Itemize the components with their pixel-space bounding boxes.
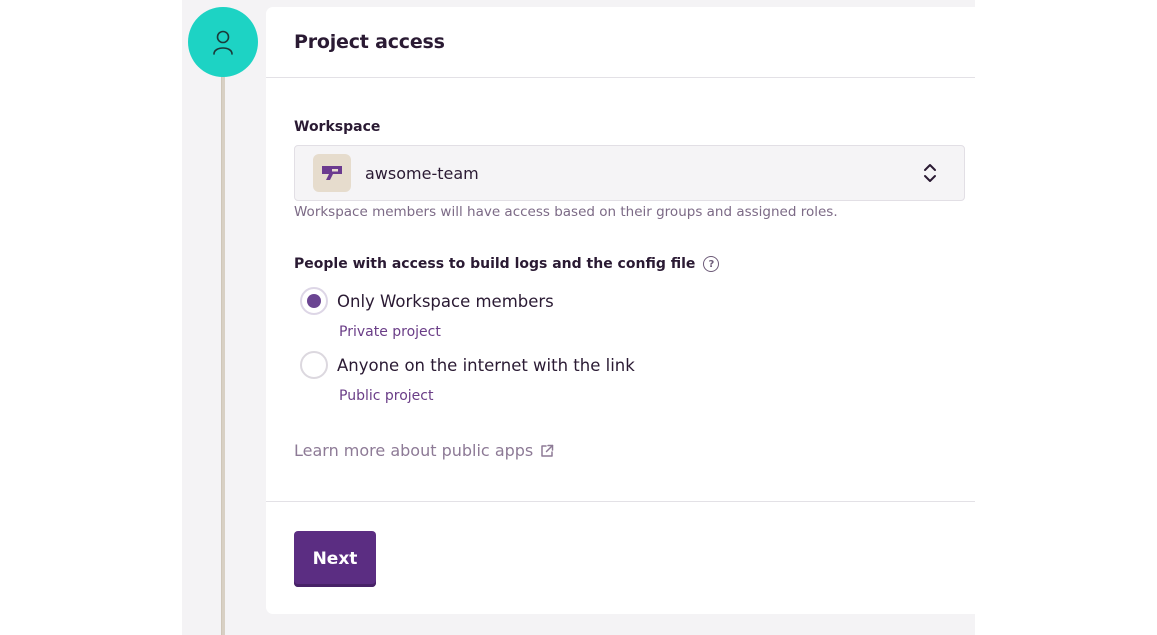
access-group-label-text: People with access to build logs and the… xyxy=(294,256,696,272)
next-button[interactable]: Next xyxy=(294,531,376,587)
page-title: Project access xyxy=(294,31,445,53)
timeline-line xyxy=(221,70,225,635)
radio-selected-dot xyxy=(307,294,321,308)
radio-label-public[interactable]: Anyone on the internet with the link xyxy=(337,356,635,375)
question-circle-icon[interactable]: ? xyxy=(703,256,720,272)
access-group-label: People with access to build logs and the… xyxy=(294,256,720,272)
card-header: Project access xyxy=(266,7,975,78)
learn-more-text[interactable]: Learn more about public apps xyxy=(294,441,533,460)
radio-sublabel-public: Public project xyxy=(339,388,434,404)
chevron-up-down-icon xyxy=(924,164,936,182)
radio-label-private[interactable]: Only Workspace members xyxy=(337,292,554,311)
user-icon xyxy=(213,30,233,55)
radio-button-public[interactable] xyxy=(300,351,328,379)
section-divider xyxy=(266,501,975,502)
learn-more-link[interactable]: Learn more about public apps xyxy=(294,441,554,460)
workspace-select[interactable]: awsome-team xyxy=(294,145,965,201)
workspace-selected-value: awsome-team xyxy=(365,163,479,183)
workspace-help-text: Workspace members will have access based… xyxy=(294,204,838,220)
workspace-avatar xyxy=(313,154,351,192)
radio-sublabel-private: Private project xyxy=(339,324,441,340)
radio-button-private[interactable] xyxy=(300,287,328,315)
external-link-icon xyxy=(541,444,554,457)
step-indicator xyxy=(188,7,258,77)
radio-option-public[interactable]: Anyone on the internet with the link xyxy=(300,351,635,379)
workspace-logo-icon xyxy=(322,166,342,180)
workspace-label: Workspace xyxy=(294,119,381,135)
project-access-card: Project access Workspace awsome-team Wor… xyxy=(266,7,975,614)
radio-option-private[interactable]: Only Workspace members xyxy=(300,287,554,315)
